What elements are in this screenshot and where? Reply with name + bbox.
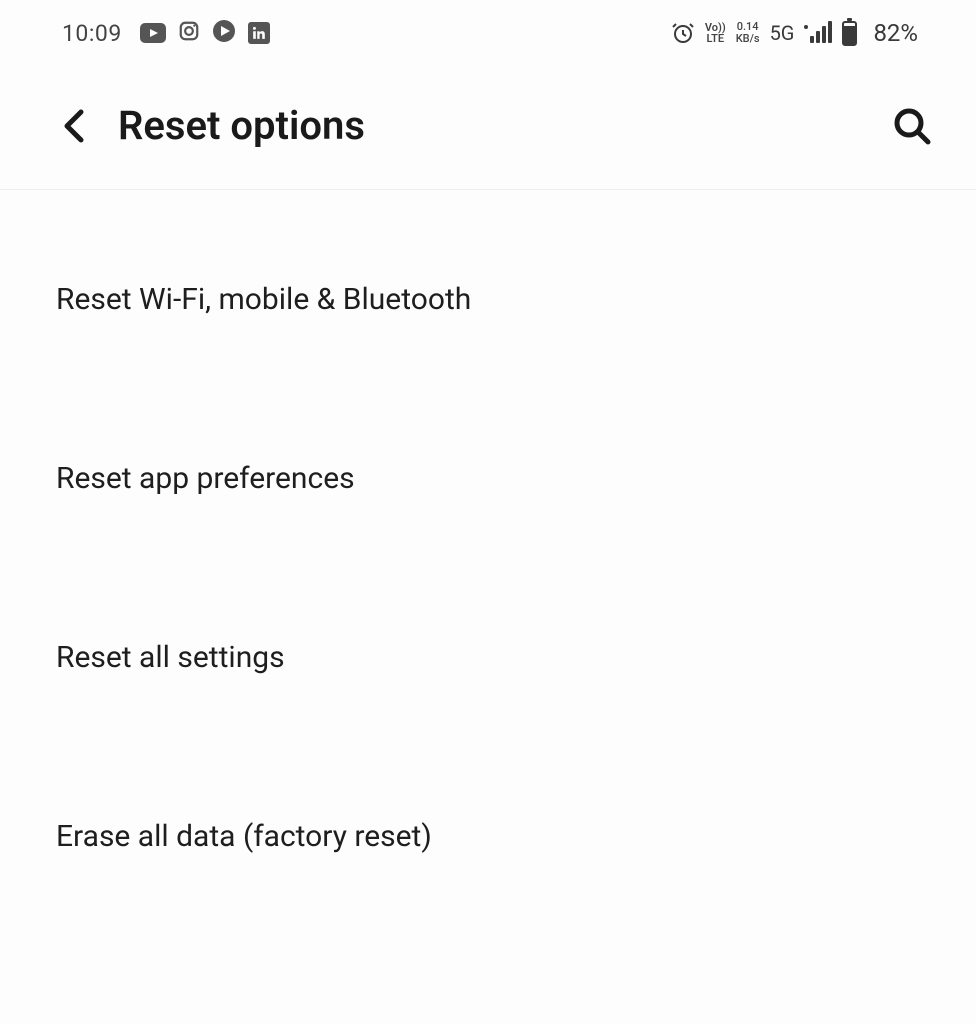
option-label: Erase all data (factory reset) — [56, 817, 920, 856]
instagram-icon — [178, 20, 200, 46]
status-time: 10:09 — [62, 20, 122, 47]
volte-indicator: Vo)) LTE — [705, 22, 726, 44]
status-left: 10:09 — [62, 19, 270, 47]
option-reset-network[interactable]: Reset Wi-Fi, mobile & Bluetooth — [56, 190, 920, 387]
search-icon — [892, 106, 932, 146]
alarm-icon — [671, 21, 695, 45]
search-button[interactable] — [890, 104, 934, 148]
option-factory-reset[interactable]: Erase all data (factory reset) — [56, 745, 920, 856]
option-reset-app-prefs[interactable]: Reset app preferences — [56, 387, 920, 566]
option-label: Reset all settings — [56, 638, 920, 745]
linkedin-icon — [248, 22, 270, 44]
option-reset-all-settings[interactable]: Reset all settings — [56, 566, 920, 745]
status-bar: 10:09 Vo)) LTE 0.14 KB/s 5G — [0, 0, 976, 56]
play-icon — [212, 19, 236, 47]
battery-icon — [842, 21, 857, 46]
option-label: Reset app preferences — [56, 459, 920, 566]
signal-icon — [804, 23, 832, 43]
status-right: Vo)) LTE 0.14 KB/s 5G 82% — [671, 19, 918, 47]
chevron-left-icon — [63, 108, 85, 144]
page-header: Reset options — [0, 56, 976, 190]
network-type: 5G — [770, 21, 795, 45]
option-label: Reset Wi-Fi, mobile & Bluetooth — [56, 280, 920, 387]
network-speed: 0.14 KB/s — [736, 21, 760, 45]
page-title: Reset options — [118, 102, 890, 149]
back-button[interactable] — [54, 106, 94, 146]
options-list: Reset Wi-Fi, mobile & Bluetooth Reset ap… — [0, 190, 976, 856]
youtube-icon — [140, 23, 166, 43]
battery-percentage: 82% — [873, 19, 918, 47]
